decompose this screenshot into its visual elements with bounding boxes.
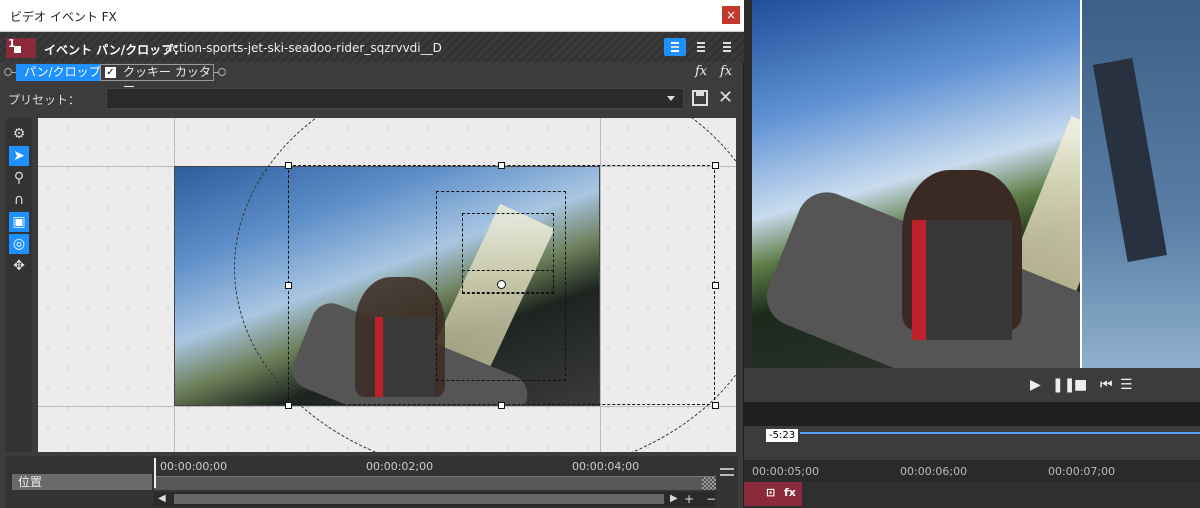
arrow-icon[interactable]: ➤ [9,146,29,166]
grid-view-button[interactable] [716,38,738,56]
track-height-handle[interactable] [720,464,734,504]
event-filename: action-sports-jet-ski-seadoo-rider_sqzrv… [165,41,442,55]
track-end-pattern [702,477,716,490]
crop-center-point[interactable] [497,280,506,289]
vest-shape [912,220,1012,340]
keyframe-controller: 位置 00:00:00;00 00:00:02;00 00:00:04;00 ◀… [6,456,738,508]
lock-icon[interactable]: ▣ [9,212,29,232]
preset-row: プリセット： ✕ [0,86,744,112]
add-fx-icon[interactable]: fx [695,64,707,79]
crop-handle-top-right[interactable] [712,162,719,169]
delete-preset-icon[interactable]: ✕ [718,87,733,108]
chain-start-node [4,68,12,76]
grid-view-icon [723,42,731,52]
tool-strip: ⚙ ➤ ⚲ ∩ ▣ ◎ ✥ [6,118,32,452]
timeline-ruler[interactable]: 00:00:05;00 00:00:06;00 00:00:07;00 [744,460,1200,482]
scroll-left-icon[interactable]: ◀ [158,492,166,506]
move-icon[interactable]: ✥ [9,256,29,276]
close-icon[interactable]: × [722,6,740,24]
event-header: 1 イベント パン/クロップ： action-sports-jet-ski-se… [0,32,744,62]
save-preset-icon[interactable] [692,90,708,106]
plugin-pan-crop[interactable]: パン/クロップ [16,64,109,81]
crop-handle-top-left[interactable] [285,162,292,169]
keyframe-track-label[interactable]: 位置 [12,474,152,490]
pause-icon[interactable]: ❚❚ [1052,377,1075,393]
pan-crop-workspace[interactable] [38,118,736,452]
preset-dropdown[interactable] [106,88,684,109]
plugin-chain: パン/クロップ ✓ クッキー カッター [0,62,744,94]
event-icon: 1 [6,37,36,58]
second-clip-frame [1080,0,1200,368]
event-square-icon [14,46,21,53]
remove-fx-icon[interactable]: fx [720,64,732,79]
split-view-button[interactable] [690,38,712,56]
plugin-cookie-cutter[interactable]: ✓ クッキー カッター [100,64,214,94]
position-line[interactable] [800,432,1200,434]
window-title: ビデオ イベント FX [10,10,117,24]
crop-handle-bottom[interactable] [498,402,505,409]
zoom-out-icon[interactable]: − [706,492,716,506]
menu-icon[interactable]: ☰ [1120,377,1133,393]
keyframe-ruler[interactable]: 00:00:00;00 00:00:02;00 00:00:04;00 [154,458,716,474]
ruler-tick: 00:00:00;00 [160,460,228,473]
chevron-down-icon [667,96,675,101]
stop-icon[interactable]: ■ [1074,377,1087,393]
crop-handle-right[interactable] [712,282,719,289]
ruler-tick: 00:00:06;00 [900,465,968,478]
crop-handle-left[interactable] [285,282,292,289]
target-icon[interactable]: ◎ [9,234,29,254]
time-offset-badge: -5:23 [766,429,799,442]
ruler-tick: 00:00:02;00 [366,460,434,473]
split-view-icon [697,42,705,52]
ruler-tick: 00:00:05;00 [752,465,820,478]
leg-shape [1092,58,1168,262]
crop-handle-bottom-right[interactable] [712,402,719,409]
overview-strip[interactable] [744,402,1200,426]
single-view-icon [671,42,679,52]
keyframe-track[interactable] [154,476,716,490]
keyframe-scrollbar[interactable]: ◀ ▶ [154,492,716,506]
position-row: -5:23 [744,426,1200,460]
single-view-button[interactable] [664,38,686,56]
transport-bar: ▶ ❚❚ ■ ⏮ ☰ [744,368,1200,402]
play-icon[interactable]: ▶ [1030,377,1041,393]
title-bar: ビデオ イベント FX × [0,0,744,32]
crop-handle-bottom-left[interactable] [285,402,292,409]
safe-area-outline [462,270,554,294]
chain-end-node [218,68,226,76]
video-preview [752,0,1200,368]
ruler-tick: 00:00:04;00 [572,460,640,473]
keyframe-cursor[interactable] [154,458,156,488]
go-to-start-icon[interactable]: ⏮ [1100,377,1113,393]
zoom-in-icon[interactable]: + [684,492,694,506]
scroll-right-icon[interactable]: ▶ [670,492,678,506]
event-fx-icon[interactable]: fx [784,486,796,499]
preset-label: プリセット： [8,93,81,107]
magnifier-icon[interactable]: ⚲ [9,168,29,188]
video-event-fx-dialog: ビデオ イベント FX × 1 イベント パン/クロップ： action-spo… [0,0,744,508]
ruler-tick: 00:00:07;00 [1048,465,1116,478]
cookie-cutter-checkbox[interactable]: ✓ [105,67,116,78]
event-label: イベント パン/クロップ： [44,43,186,57]
magnet-icon[interactable]: ∩ [9,190,29,210]
pan-crop-icon[interactable]: ⊡ [766,486,775,499]
scroll-thumb[interactable] [174,494,664,504]
gear-icon[interactable]: ⚙ [9,124,29,144]
timeline-track[interactable]: ⊡ fx [744,482,1200,508]
crop-handle-top[interactable] [498,162,505,169]
timeline-event[interactable]: ⊡ fx [744,482,802,506]
